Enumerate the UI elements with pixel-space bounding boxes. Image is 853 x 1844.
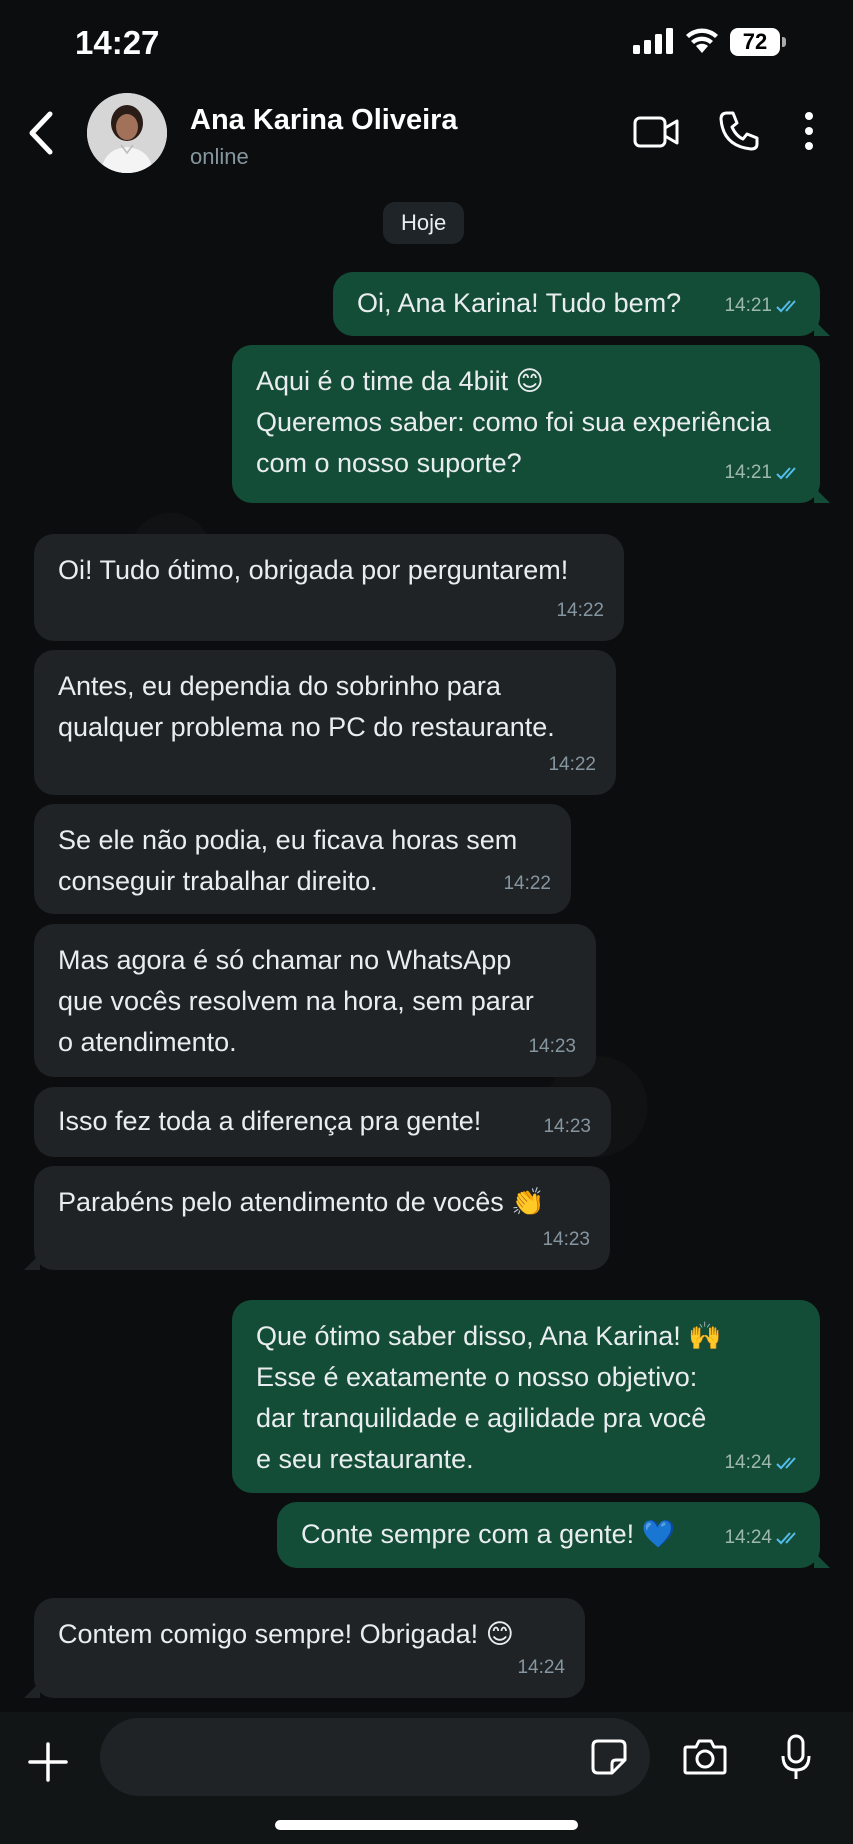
microphone-icon[interactable] (780, 1734, 812, 1782)
message-text: Oi! Tudo ótimo, obrigada por perguntarem… (58, 555, 569, 585)
home-indicator[interactable] (275, 1820, 578, 1830)
plus-icon[interactable] (28, 1742, 68, 1782)
message-meta: 14:21 (724, 285, 802, 326)
more-options-icon[interactable] (800, 110, 818, 152)
message-time: 14:23 (542, 1229, 590, 1250)
message-text: Isso fez toda a diferença pra gente! (58, 1106, 482, 1136)
message-bubble-outgoing[interactable]: Que ótimo saber disso, Ana Karina! 🙌 Ess… (232, 1300, 820, 1493)
message-text: Conte sempre com a gente! 💙 (301, 1519, 676, 1549)
message-text: Parabéns pelo atendimento de vocês 👏 (58, 1187, 545, 1217)
sticker-icon[interactable] (590, 1738, 628, 1776)
status-bar: 14:27 72 (0, 0, 853, 90)
read-ticks-icon (776, 1532, 796, 1545)
message-bubble-incoming[interactable]: Parabéns pelo atendimento de vocês 👏 14:… (34, 1166, 610, 1270)
message-input[interactable] (100, 1718, 650, 1796)
message-time: 14:21 (724, 295, 772, 316)
chat-header: Ana Karina Oliveira online (0, 90, 853, 180)
message-bubble-outgoing[interactable]: Oi, Ana Karina! Tudo bem? 14:21 (333, 272, 820, 336)
message-text: Que ótimo saber disso, Ana Karina! 🙌 Ess… (256, 1321, 722, 1474)
message-bubble-incoming[interactable]: Isso fez toda a diferença pra gente! 14:… (34, 1087, 611, 1157)
avatar[interactable] (87, 93, 167, 173)
message-time: 14:23 (528, 1036, 576, 1057)
date-separator: Hoje (383, 202, 465, 244)
bubble-tail (814, 487, 830, 503)
contact-name[interactable]: Ana Karina Oliveira (190, 104, 458, 137)
battery-tip (782, 37, 786, 47)
message-bubble-incoming[interactable]: Mas agora é só chamar no WhatsApp que vo… (34, 924, 596, 1077)
avatar-photo (87, 93, 167, 173)
signal-icon (633, 28, 673, 54)
message-bubble-incoming[interactable]: Antes, eu dependia do sobrinho para qual… (34, 650, 616, 795)
message-bubble-outgoing[interactable]: Aqui é o time da 4biit 😊 Queremos saber:… (232, 345, 820, 503)
message-text: Se ele não podia, eu ficava horas sem co… (58, 825, 518, 896)
message-bubble-incoming[interactable]: Contem comigo sempre! Obrigada! 😊 14:24 (34, 1598, 585, 1698)
bubble-tail (24, 1254, 40, 1270)
message-text: Antes, eu dependia do sobrinho para qual… (58, 671, 555, 742)
message-text: Aqui é o time da 4biit 😊 Queremos saber:… (256, 366, 771, 478)
message-time: 14:24 (724, 1527, 772, 1548)
camera-icon[interactable] (683, 1738, 727, 1776)
message-time: 14:22 (556, 600, 604, 621)
message-text: Mas agora é só chamar no WhatsApp que vo… (58, 945, 534, 1057)
status-time: 14:27 (75, 24, 160, 61)
message-text: Contem comigo sempre! Obrigada! 😊 (58, 1619, 514, 1649)
message-bubble-incoming[interactable]: Oi! Tudo ótimo, obrigada por perguntarem… (34, 534, 624, 641)
bubble-tail (814, 1552, 830, 1568)
battery-indicator: 72 (730, 28, 780, 56)
message-meta: 14:24 (724, 1442, 802, 1483)
video-call-icon[interactable] (633, 114, 679, 150)
message-time: 14:22 (548, 754, 596, 775)
bubble-tail (814, 320, 830, 336)
message-text: Oi, Ana Karina! Tudo bem? (357, 288, 682, 318)
message-time: 14:22 (503, 873, 551, 894)
message-bubble-incoming[interactable]: Se ele não podia, eu ficava horas sem co… (34, 804, 571, 914)
read-ticks-icon (776, 1457, 796, 1470)
message-meta: 14:24 (724, 1517, 802, 1558)
phone-call-icon[interactable] (718, 110, 760, 152)
input-bar (0, 1712, 853, 1844)
back-icon[interactable] (22, 108, 62, 158)
message-time: 14:24 (517, 1657, 565, 1678)
wifi-icon (686, 28, 718, 53)
read-ticks-icon (776, 467, 796, 480)
message-time: 14:23 (543, 1116, 591, 1137)
read-ticks-icon (776, 300, 796, 313)
message-meta: 14:21 (724, 452, 802, 493)
message-bubble-outgoing[interactable]: Conte sempre com a gente! 💙 14:24 (277, 1502, 820, 1568)
message-time: 14:24 (724, 1452, 772, 1473)
message-time: 14:21 (724, 462, 772, 483)
contact-status: online (190, 144, 249, 169)
bubble-tail (24, 1682, 40, 1698)
